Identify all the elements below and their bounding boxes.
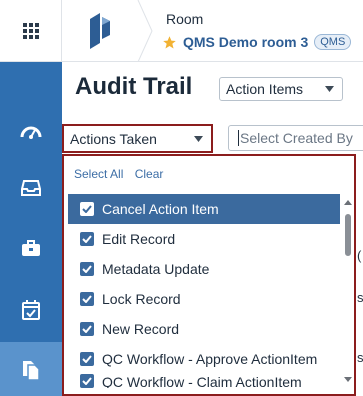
- option-label: QC Workflow - Approve ActionItem: [102, 351, 318, 367]
- checkbox-checked[interactable]: [80, 232, 94, 246]
- option-label: Metadata Update: [102, 261, 210, 277]
- type-select-value: Action Items: [226, 81, 304, 97]
- room-label: Room: [166, 11, 204, 27]
- inbox-icon: [21, 180, 41, 196]
- select-all-link[interactable]: Select All: [74, 167, 123, 181]
- scroll-down-arrow-icon[interactable]: [344, 377, 352, 382]
- actions-taken-value: Actions Taken: [70, 130, 157, 147]
- option-label: Edit Record: [102, 231, 176, 247]
- breadcrumb-separator-icon: [137, 0, 153, 62]
- option-lock-record[interactable]: Lock Record: [68, 284, 340, 314]
- caret-down-icon: [194, 136, 203, 142]
- option-metadata-update[interactable]: Metadata Update: [68, 254, 340, 284]
- obscured-text-fragment: (: [357, 248, 362, 263]
- clear-link[interactable]: Clear: [135, 167, 164, 181]
- checkbox-checked[interactable]: [80, 352, 94, 366]
- dropdown-scrollbar[interactable]: [342, 194, 354, 386]
- scroll-up-arrow-icon[interactable]: [344, 200, 352, 205]
- caret-down-icon: [325, 86, 334, 92]
- logo-icon: [90, 13, 110, 49]
- created-by-placeholder: Select Created By: [240, 130, 353, 146]
- obscured-text-fragment: s: [357, 290, 363, 305]
- option-qc-claim[interactable]: QC Workflow - Claim ActionItem: [68, 374, 340, 388]
- option-new-record[interactable]: New Record: [68, 314, 340, 344]
- option-label: New Record: [102, 321, 180, 337]
- page-title: Audit Trail: [75, 73, 193, 100]
- check-icon: [82, 325, 92, 333]
- check-icon: [82, 265, 92, 273]
- check-icon: [82, 377, 92, 385]
- option-label: QC Workflow - Claim ActionItem: [102, 374, 302, 388]
- options-list: Cancel Action Item Edit Record Metadata …: [68, 194, 340, 388]
- briefcase-icon: [22, 239, 40, 256]
- scroll-thumb[interactable]: [345, 214, 351, 256]
- created-by-input[interactable]: Select Created By: [228, 125, 363, 151]
- logo[interactable]: [62, 0, 138, 62]
- check-icon: [82, 235, 92, 243]
- checkbox-checked[interactable]: [80, 292, 94, 306]
- nav-item-inbox[interactable]: [0, 160, 62, 216]
- actions-dropdown-panel: Select All Clear Cancel Action Item Edit…: [62, 154, 356, 396]
- room-selector[interactable]: QMS Demo room 3 QMS: [162, 34, 352, 50]
- text-cursor: [238, 130, 239, 146]
- dashboard-icon: [20, 126, 42, 139]
- documents-icon: [23, 361, 40, 381]
- nav-item-calendar[interactable]: [0, 282, 62, 338]
- room-type-badge: QMS: [314, 34, 352, 50]
- obscured-text-fragment: s: [357, 350, 363, 365]
- option-cancel-action-item[interactable]: Cancel Action Item: [68, 194, 340, 224]
- star-icon[interactable]: [162, 35, 177, 50]
- check-icon: [82, 205, 92, 213]
- app-launcher-button[interactable]: [0, 0, 62, 62]
- top-header: Room QMS Demo room 3 QMS: [62, 0, 363, 62]
- grid-icon: [22, 22, 39, 39]
- nav-item-dashboard[interactable]: [0, 103, 62, 159]
- option-label: Cancel Action Item: [102, 201, 219, 217]
- actions-taken-select[interactable]: Actions Taken: [62, 124, 213, 153]
- check-icon: [82, 295, 92, 303]
- option-label: Lock Record: [102, 291, 181, 307]
- checkbox-checked[interactable]: [80, 202, 94, 216]
- option-qc-approve[interactable]: QC Workflow - Approve ActionItem: [68, 344, 340, 374]
- nav-item-briefcase[interactable]: [0, 220, 62, 276]
- check-icon: [82, 355, 92, 363]
- calendar-check-icon: [22, 300, 40, 320]
- option-edit-record[interactable]: Edit Record: [68, 224, 340, 254]
- type-select[interactable]: Action Items: [219, 77, 343, 101]
- checkbox-checked[interactable]: [80, 374, 94, 388]
- nav-item-documents[interactable]: [0, 342, 62, 396]
- room-name[interactable]: QMS Demo room 3: [183, 34, 308, 50]
- checkbox-checked[interactable]: [80, 262, 94, 276]
- checkbox-checked[interactable]: [80, 322, 94, 336]
